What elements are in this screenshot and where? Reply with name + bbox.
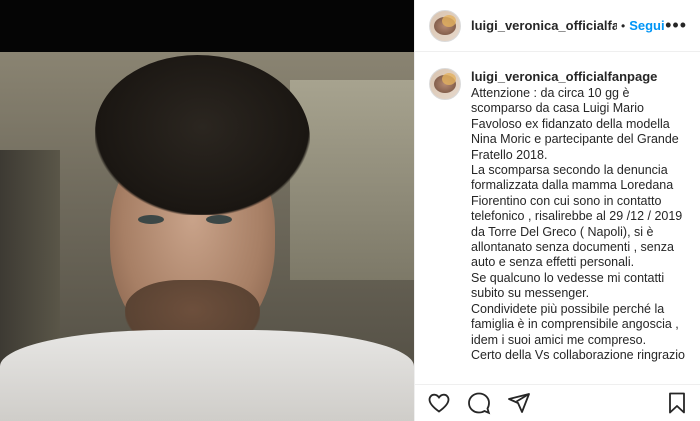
photo-shirt	[0, 330, 414, 421]
caption-line: formalizzata dalla mamma Loredana	[471, 178, 674, 193]
post-photo[interactable]	[0, 0, 414, 421]
photo-window	[290, 80, 414, 280]
post-header: luigi_veronica_officialfanpa • Segui •••	[415, 0, 700, 52]
caption-body: luigi_veronica_officialfanpage Attenzion…	[471, 68, 689, 384]
caption-line: scomparso da casa Luigi Mario	[471, 101, 644, 116]
caption-line: Condividete più possibile perché la	[471, 301, 665, 316]
caption-line: da Torre Del Greco ( Napoli), si è	[471, 224, 654, 239]
header-username[interactable]: luigi_veronica_officialfanpa	[471, 18, 617, 33]
more-options-icon[interactable]: •••	[665, 15, 687, 36]
photo-left-eye	[138, 215, 164, 224]
caption-line: Favoloso ex fidanzato della modella	[471, 116, 670, 131]
post-sidebar: luigi_veronica_officialfanpa • Segui •••…	[414, 0, 700, 421]
caption-comment: luigi_veronica_officialfanpage Attenzion…	[415, 52, 700, 384]
avatar[interactable]	[429, 9, 461, 42]
share-icon[interactable]	[507, 391, 531, 415]
photo-right-eye	[206, 215, 232, 224]
follow-button[interactable]: Segui	[629, 18, 664, 33]
caption-line: Attenzione : da circa 10 gg è	[471, 86, 630, 100]
caption-line: Se qualcuno lo vedesse mi contatti	[471, 270, 665, 285]
comment-icon[interactable]	[467, 391, 491, 415]
photo-door	[0, 150, 60, 370]
separator-dot: •	[621, 18, 626, 33]
caption-line: Fiorentino con cui sono in contatto	[471, 193, 662, 208]
caption-line: subito su messenger.	[471, 286, 590, 301]
photo-top-shadow	[0, 0, 414, 52]
caption-line: famiglia è in comprensibile angoscia ,	[471, 317, 679, 332]
caption-avatar[interactable]	[429, 68, 461, 100]
caption-line: Fratello 2018.	[471, 147, 548, 162]
caption-line: idem i suoi amici me compreso.	[471, 332, 647, 347]
heart-icon[interactable]	[427, 391, 451, 415]
caption-line: Certo della Vs collaborazione ringrazio	[471, 347, 686, 362]
caption-line: auto e senza effetti personali.	[471, 255, 635, 270]
caption-line: La scomparsa secondo la denuncia	[471, 163, 668, 178]
caption-line: telefonico , risalirebbe al 29 /12 / 201…	[471, 209, 683, 224]
bookmark-icon[interactable]	[665, 391, 689, 415]
caption-username[interactable]: luigi_veronica_officialfanpage	[471, 68, 689, 86]
caption-line: Nina Moric e partecipante del Grande	[471, 132, 679, 147]
caption-line: allontanato senza documenti , senza	[471, 240, 674, 255]
action-bar	[415, 384, 700, 421]
